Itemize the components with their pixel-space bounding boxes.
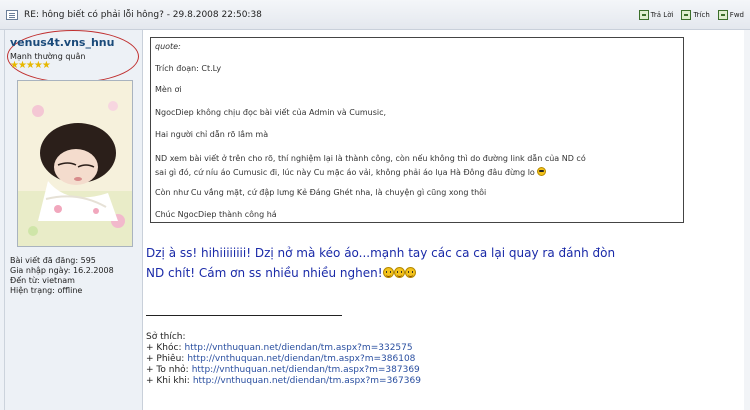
reply-line-with-emoticons: ND chít! Cám ơn ss nhiều nhiều nghen! xyxy=(146,263,746,283)
online-status: Hiện trạng: offline xyxy=(10,286,83,295)
quote-button-label: Trích xyxy=(693,11,710,19)
hobby-link[interactable]: http://vnthuquan.net/diendan/tm.aspx?m=3… xyxy=(185,343,413,353)
quote-line: Hai người chỉ dẫn rõ lắm mà xyxy=(155,130,269,139)
laugh-smiley-icon xyxy=(404,267,416,278)
hobby-label: + Khi khi: xyxy=(146,376,190,386)
quote-line: Mèn ơi xyxy=(155,85,182,94)
hobby-label: + To nhỏ: xyxy=(146,365,189,375)
avatar[interactable] xyxy=(17,80,133,247)
reply-button-label: Trả Lời xyxy=(650,11,674,19)
post-title: RE: hông biết có phải lỗi hông? - 29.8.2… xyxy=(24,10,262,20)
reply-message: Dzị à ss! hihiiiiiiii! Dzị nở mà kéo áo.… xyxy=(146,243,746,283)
post-header: RE: hông biết có phải lỗi hông? - 29.8.2… xyxy=(0,0,750,30)
hobby-label: + Phiêu: xyxy=(146,354,185,364)
hobby-link[interactable]: http://vnthuquan.net/diendan/tm.aspx?m=3… xyxy=(192,365,420,375)
post-icon xyxy=(6,10,18,20)
signature-divider xyxy=(146,315,342,316)
reply-button[interactable]: Trả Lời xyxy=(638,10,674,20)
rank-stars: ★★★★★ xyxy=(10,60,51,71)
post-actions: Trả Lời Trích Fwd xyxy=(638,10,744,20)
quote-line: sai gì đó, cứ níu áo Cumusic đi, lúc này… xyxy=(155,168,535,177)
forward-button[interactable]: Fwd xyxy=(717,10,744,20)
quote-line: Còn như Cu vắng mặt, cứ đập lưng Kẻ Đáng… xyxy=(155,188,487,197)
hobby-link[interactable]: http://vnthuquan.net/diendan/tm.aspx?m=3… xyxy=(193,376,421,386)
join-date: Gia nhập ngày: 16.2.2008 xyxy=(10,266,114,275)
signature-heading: Sở thích: xyxy=(146,332,186,342)
hobby-link[interactable]: http://vnthuquan.net/diendan/tm.aspx?m=3… xyxy=(187,354,415,364)
list-item: + To nhỏ: http://vnthuquan.net/diendan/tm… xyxy=(146,365,421,376)
quote-icon xyxy=(681,10,692,20)
quote-line: ND xem bài viết ở trên cho rõ, thí nghiệ… xyxy=(155,154,586,163)
avatar-image xyxy=(18,81,132,246)
list-item: + Phiêu: http://vnthuquan.net/diendan/tm.… xyxy=(146,354,421,365)
user-stats: Bài viết đã đăng: 595 Gia nhập ngày: 16.… xyxy=(10,256,114,296)
forward-button-label: Fwd xyxy=(729,11,744,19)
laugh-smiley-icon xyxy=(393,267,405,278)
reply-line: ND chít! Cám ơn ss nhiều nhiều nghen! xyxy=(146,266,383,280)
list-item: + Khóc: http://vnthuquan.net/diendan/tm.a… xyxy=(146,343,421,354)
location: Đến từ: vietnam xyxy=(10,276,75,285)
reply-line: Dzị à ss! hihiiiiiiii! Dzị nở mà kéo áo.… xyxy=(146,246,616,260)
cool-smiley-icon xyxy=(537,167,547,176)
forward-icon xyxy=(717,10,728,20)
signature: Sở thích: + Khóc: http://vnthuquan.net/di… xyxy=(146,332,421,387)
hobby-label: + Khóc: xyxy=(146,343,182,353)
quote-box: quote: Trích đoạn: Ct.Ly Mèn ơi NgocDiep… xyxy=(150,37,684,223)
username-link[interactable]: venus4t.vns_hnu xyxy=(10,36,114,49)
quote-line: Trích đoạn: Ct.Ly xyxy=(155,64,222,73)
laugh-smiley-icon xyxy=(382,267,394,278)
panel-divider xyxy=(4,30,5,410)
quote-line: NgocDiep không chịu đọc bài viết của Adm… xyxy=(155,108,387,117)
scrollbar[interactable] xyxy=(744,30,750,410)
quote-button[interactable]: Trích xyxy=(681,10,710,20)
post-count: Bài viết đã đăng: 595 xyxy=(10,256,96,265)
quote-line: Chúc NgocDiep thành công há xyxy=(155,210,277,219)
quote-line-with-emoticon: sai gì đó, cứ níu áo Cumusic đi, lúc này… xyxy=(155,167,547,177)
user-panel: venus4t.vns_hnu Mạnh thường quân ★★★★★ B… xyxy=(0,30,143,410)
quote-label: quote: xyxy=(155,42,181,51)
list-item: + Khi khi: http://vnthuquan.net/diendan/t… xyxy=(146,376,421,387)
reply-icon xyxy=(638,10,649,20)
